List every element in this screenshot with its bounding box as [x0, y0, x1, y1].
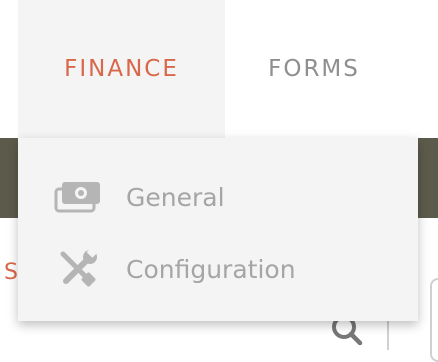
page-heading-fragment: S	[4, 260, 18, 285]
menu-item-general-label: General	[126, 182, 225, 212]
money-icon	[52, 175, 104, 219]
nav-item-forms[interactable]: FORMS	[225, 0, 403, 138]
content-panel-edge	[430, 278, 438, 362]
tools-icon	[52, 247, 104, 291]
nav-item-forms-label: FORMS	[268, 56, 360, 82]
menu-item-configuration[interactable]: Configuration	[18, 233, 418, 305]
nav-item-finance-label: FINANCE	[64, 56, 179, 82]
nav-item-finance[interactable]: FINANCE	[18, 0, 225, 138]
menu-item-configuration-label: Configuration	[126, 254, 296, 284]
top-navigation: FINANCE FORMS	[0, 0, 438, 138]
menu-item-general[interactable]: General	[18, 161, 418, 233]
finance-dropdown-menu: General Configuration	[18, 138, 418, 321]
